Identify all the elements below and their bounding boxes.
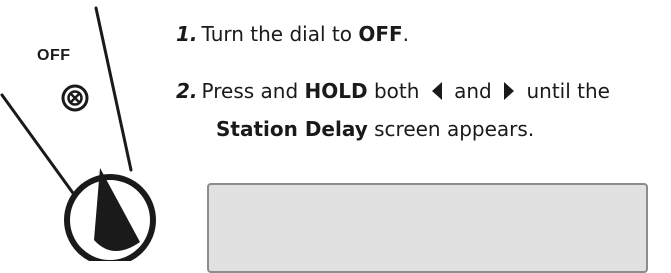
step-text: Press and	[201, 79, 305, 103]
step-2-continued: Station Delay screen appears.	[216, 115, 534, 143]
dial-knob-icon	[64, 168, 156, 266]
step-bold-text: HOLD	[304, 79, 368, 103]
dial-off-label: OFF	[37, 47, 71, 64]
step-bold-text: OFF	[358, 22, 403, 46]
step-1: 1. Turn the dial to OFF.	[176, 20, 409, 48]
step-text: and	[447, 79, 499, 103]
dial-illustration: OFF	[0, 0, 170, 266]
dial-drawing	[0, 6, 156, 266]
step-text: until the	[520, 79, 610, 103]
step-text: .	[402, 22, 409, 46]
step-text: screen appears.	[367, 117, 535, 141]
right-arrow-icon	[504, 81, 515, 100]
lcd-screen	[207, 183, 648, 273]
left-arrow-icon	[431, 81, 442, 100]
off-symbol-icon	[61, 84, 89, 112]
step-2: 2. Press and HOLD both and until the	[176, 77, 610, 105]
step-text: Turn the dial to	[201, 22, 359, 46]
step-number: 2.	[176, 79, 198, 103]
step-bold-text: Station Delay	[216, 117, 368, 141]
step-text: both	[367, 79, 426, 103]
dial-guide-line-right	[94, 6, 133, 172]
dial-guide-line-left	[0, 93, 80, 202]
step-number: 1.	[176, 22, 198, 46]
